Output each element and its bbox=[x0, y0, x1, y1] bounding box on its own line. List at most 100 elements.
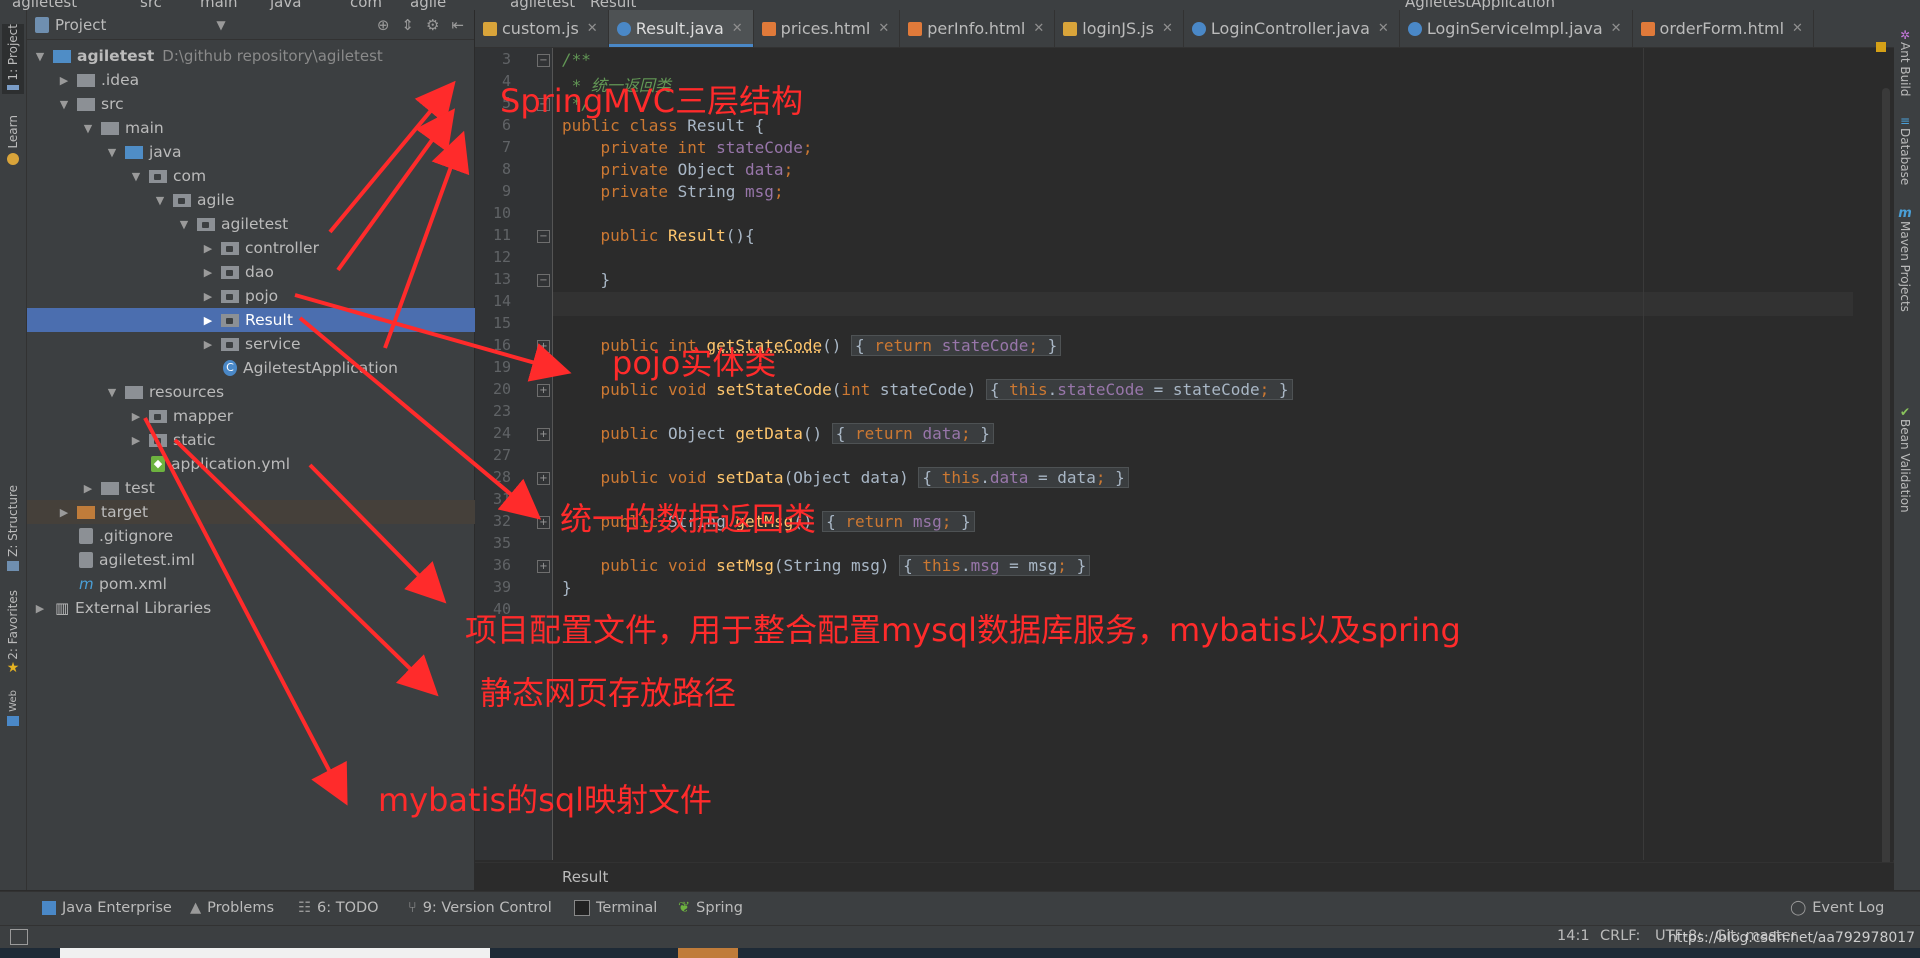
tool-tab-learn[interactable]: Learn bbox=[2, 115, 24, 175]
collapsed-arrow-icon[interactable]: ▶ bbox=[57, 506, 71, 519]
tree-item[interactable]: m pom.xml bbox=[27, 572, 504, 596]
close-icon[interactable]: ✕ bbox=[1792, 21, 1803, 36]
structure-icon bbox=[7, 560, 19, 571]
fold-collapse-icon[interactable]: − bbox=[537, 230, 550, 243]
tree-item[interactable]: ▼ main bbox=[27, 116, 528, 140]
gear-icon[interactable]: ⚙ bbox=[426, 16, 439, 34]
expanded-arrow-icon[interactable]: ▼ bbox=[177, 218, 191, 231]
js-file-icon bbox=[1063, 21, 1078, 36]
tree-item[interactable]: ▶ .idea bbox=[27, 68, 504, 92]
fold-expand-icon[interactable]: + bbox=[537, 560, 550, 573]
tree-item[interactable]: agiletest.iml bbox=[27, 548, 504, 572]
tree-item[interactable]: ▶ target bbox=[27, 500, 504, 524]
collapsed-arrow-icon[interactable]: ▶ bbox=[81, 482, 95, 495]
fold-expand-icon[interactable]: + bbox=[537, 384, 550, 397]
expanded-arrow-icon[interactable]: ▼ bbox=[105, 146, 119, 159]
fold-collapse-icon[interactable]: − bbox=[537, 98, 550, 111]
tree-item[interactable]: ▶ ▥ External Libraries bbox=[27, 596, 480, 620]
target-icon[interactable]: ⊕ bbox=[377, 16, 390, 34]
tool-tab-bean-validation[interactable]: ✔ Bean Validation bbox=[1898, 405, 1912, 513]
editor-tab[interactable]: loginJS.js ✕ bbox=[1055, 10, 1184, 47]
close-icon[interactable]: ✕ bbox=[1611, 21, 1622, 36]
fold-expand-icon[interactable]: + bbox=[537, 428, 550, 441]
collapsed-arrow-icon[interactable]: ▶ bbox=[201, 290, 215, 303]
tool-terminal[interactable]: Terminal bbox=[574, 900, 657, 916]
tree-item[interactable]: ▼ src bbox=[27, 92, 504, 116]
caret-position[interactable]: 14:1 bbox=[1557, 928, 1590, 944]
close-icon[interactable]: ✕ bbox=[587, 21, 598, 36]
expanded-arrow-icon[interactable]: ▼ bbox=[105, 386, 119, 399]
editor-tab[interactable]: LoginController.java ✕ bbox=[1184, 10, 1400, 47]
fold-collapse-icon[interactable]: − bbox=[537, 274, 550, 287]
expanded-arrow-icon[interactable]: ▼ bbox=[129, 170, 143, 183]
expanded-arrow-icon[interactable]: ▼ bbox=[153, 194, 167, 207]
expanded-arrow-icon[interactable]: ▼ bbox=[33, 50, 47, 63]
vertical-scrollbar[interactable] bbox=[1882, 88, 1890, 878]
close-icon[interactable]: ✕ bbox=[1162, 21, 1173, 36]
editor-tab[interactable]: LoginServiceImpl.java ✕ bbox=[1400, 10, 1633, 47]
collapse-icon[interactable]: ⇕ bbox=[401, 16, 414, 34]
line-separator[interactable]: CRLF: bbox=[1600, 928, 1640, 944]
package-icon bbox=[149, 433, 167, 447]
fold-expand-icon[interactable]: + bbox=[537, 340, 550, 353]
collapsed-arrow-icon[interactable]: ▶ bbox=[201, 266, 215, 279]
line-number: 8 bbox=[501, 160, 511, 178]
fold-expand-icon[interactable]: + bbox=[537, 472, 550, 485]
tool-spring[interactable]: ❦ Spring bbox=[678, 900, 743, 916]
line-number: 31 bbox=[492, 490, 511, 508]
breadcrumb-item[interactable]: Result bbox=[562, 868, 608, 886]
project-icon bbox=[35, 16, 49, 33]
warning-marker-icon[interactable] bbox=[1876, 42, 1886, 52]
tool-label: Java Enterprise bbox=[62, 900, 172, 916]
tree-item[interactable]: .gitignore bbox=[27, 524, 504, 548]
tool-tab-web[interactable]: Web bbox=[2, 690, 24, 730]
tool-problems[interactable]: ▲ Problems bbox=[190, 900, 274, 916]
tool-tab-favorites[interactable]: 2: Favorites ★ bbox=[2, 590, 24, 680]
editor-tab[interactable]: prices.html ✕ bbox=[754, 10, 901, 47]
collapsed-arrow-icon[interactable]: ▶ bbox=[201, 242, 215, 255]
tree-item-label: application.yml bbox=[171, 455, 291, 473]
tool-tab-structure[interactable]: Z: Structure bbox=[2, 485, 24, 575]
hide-icon[interactable]: ⇤ bbox=[451, 16, 464, 34]
tool-tab-database[interactable]: ≡ Database bbox=[1898, 114, 1912, 185]
close-icon[interactable]: ✕ bbox=[1378, 21, 1389, 36]
tree-item[interactable]: ▼ java bbox=[27, 140, 552, 164]
collapsed-arrow-icon[interactable]: ▶ bbox=[33, 602, 47, 615]
editor-tab[interactable]: orderForm.html ✕ bbox=[1633, 10, 1814, 47]
tree-item[interactable]: ▼ agiletest D:\github repository\agiletest bbox=[27, 44, 480, 68]
fold-collapse-icon[interactable]: − bbox=[537, 54, 550, 67]
collapsed-arrow-icon[interactable]: ▶ bbox=[129, 434, 143, 447]
code-editor[interactable]: 3 − 4 5 − 6 7 8 9 10 11 − 12 13 − 14 15 16 +19 20 +23 24 +27 28… bbox=[475, 42, 1894, 878]
tool-tab-ant-build[interactable]: ✲ Ant Build bbox=[1898, 28, 1912, 96]
tool-version-control[interactable]: ⑂ 9: Version Control bbox=[408, 900, 552, 916]
tree-item[interactable]: ▶ test bbox=[27, 476, 528, 500]
collapsed-arrow-icon[interactable]: ▶ bbox=[201, 338, 215, 351]
tool-tab-maven[interactable]: m Maven Projects bbox=[1898, 206, 1912, 312]
tool-windows-bar: Java Enterprise ▲ Problems ☷ 6: TODO ⑂ 9… bbox=[0, 891, 1920, 926]
fold-expand-icon[interactable]: + bbox=[537, 516, 550, 529]
package-icon bbox=[197, 217, 215, 231]
editor-tab[interactable]: perInfo.html ✕ bbox=[900, 10, 1056, 47]
tool-label: Event Log bbox=[1812, 900, 1885, 916]
close-icon[interactable]: ✕ bbox=[878, 21, 889, 36]
tree-item[interactable]: ▼ resources bbox=[27, 380, 552, 404]
close-icon[interactable]: ✕ bbox=[732, 21, 743, 36]
expanded-arrow-icon[interactable]: ▼ bbox=[57, 98, 71, 111]
close-icon[interactable]: ✕ bbox=[1033, 21, 1044, 36]
tool-tab-project[interactable]: 1: Project bbox=[2, 24, 24, 94]
collapsed-arrow-icon[interactable]: ▶ bbox=[129, 410, 143, 423]
tree-item-label: service bbox=[245, 335, 301, 353]
editor-tab[interactable]: Result.java ✕ bbox=[608, 10, 754, 47]
tool-event-log[interactable]: ◯ Event Log bbox=[1790, 900, 1884, 916]
code-line: private String msg; bbox=[600, 182, 784, 201]
tool-todo[interactable]: ☷ 6: TODO bbox=[298, 900, 379, 916]
collapsed-arrow-icon[interactable]: ▶ bbox=[201, 314, 215, 327]
collapsed-arrow-icon[interactable]: ▶ bbox=[57, 74, 71, 87]
tool-java-enterprise[interactable]: Java Enterprise bbox=[42, 900, 172, 916]
package-icon bbox=[221, 241, 239, 255]
chevron-down-icon[interactable]: ▼ bbox=[216, 18, 225, 32]
layout-toggle-icon[interactable] bbox=[10, 929, 28, 945]
editor-tab[interactable]: custom.js ✕ bbox=[475, 10, 609, 47]
expanded-arrow-icon[interactable]: ▼ bbox=[81, 122, 95, 135]
status-bar: 14:1 CRLF: UTF-8: Git: master https://bl… bbox=[0, 925, 1920, 949]
